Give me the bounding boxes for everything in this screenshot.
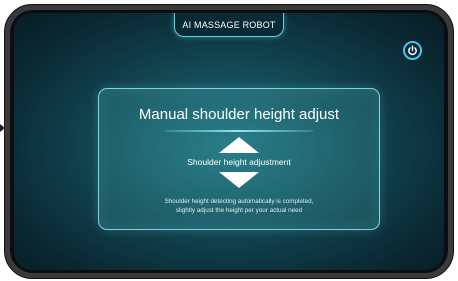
shoulder-adjust-panel: Manual shoulder height adjust Shoulder h…: [98, 88, 380, 230]
lower-shoulder-button[interactable]: [219, 172, 259, 188]
description-line-2: slightly adjust the height per your actu…: [175, 207, 303, 214]
panel-title: Manual shoulder height adjust: [138, 106, 340, 123]
app-title-tab: AI MASSAGE ROBOT: [174, 13, 284, 37]
screenshot-root: AI MASSAGE ROBOT Manual shoulder height …: [0, 0, 458, 281]
screen-container: AI MASSAGE ROBOT Manual shoulder height …: [4, 4, 454, 279]
power-icon: [408, 45, 417, 56]
app-title: AI MASSAGE ROBOT: [182, 19, 276, 30]
raise-shoulder-button[interactable]: [219, 137, 259, 153]
adjust-label: Shoulder height adjustment: [187, 157, 291, 167]
description-line-1: Shoulder height detecting automatically …: [164, 198, 314, 205]
panel-divider: [165, 130, 313, 132]
power-button[interactable]: [403, 41, 422, 60]
app-screen: AI MASSAGE ROBOT Manual shoulder height …: [14, 13, 444, 270]
panel-description: Shoulder height detecting automatically …: [109, 197, 369, 215]
